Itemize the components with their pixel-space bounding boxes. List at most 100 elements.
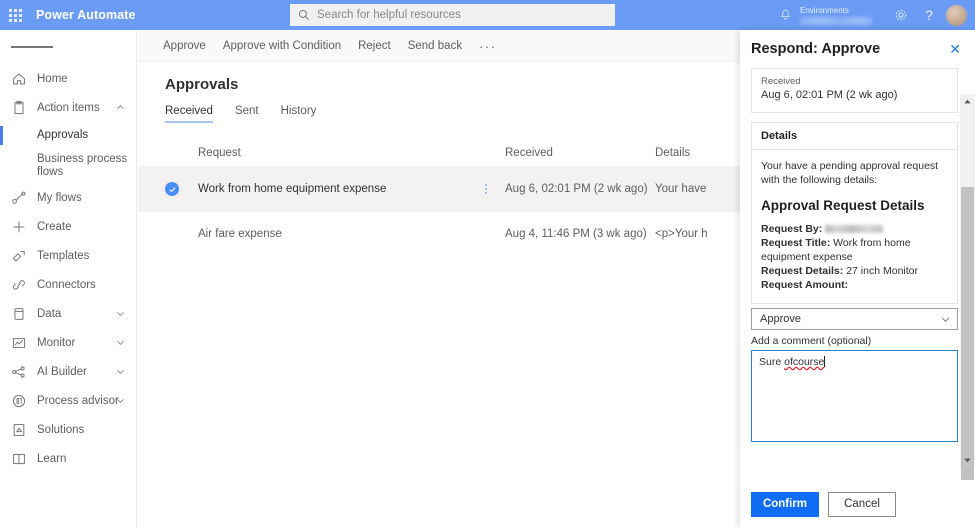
brand-title[interactable]: Power Automate (36, 8, 136, 22)
sidebar-item-my-flows[interactable]: My flows (0, 183, 136, 212)
tab-sent[interactable]: Sent (235, 105, 259, 123)
app-launcher-icon[interactable] (0, 0, 30, 30)
sidebar-item-label: My flows (37, 191, 82, 204)
field-label: Request By: (761, 223, 823, 235)
approval-request-details-heading: Approval Request Details (761, 198, 925, 213)
header-right-controls: Environments ? (772, 0, 975, 30)
details-card: Details Your have a pending approval req… (751, 122, 958, 304)
tab-history[interactable]: History (281, 105, 317, 123)
top-header-bar: Power Automate Environments (0, 0, 975, 30)
overflow-menu-icon[interactable]: ··· (479, 39, 497, 54)
response-select[interactable]: Approve (751, 308, 958, 330)
sidebar-item-label: Learn (37, 452, 67, 465)
sidebar-item-label: Monitor (37, 336, 76, 349)
chevron-up-icon[interactable] (116, 103, 125, 112)
sidebar-item-create[interactable]: Create (0, 212, 136, 241)
panel-body: Received Aug 6, 02:01 PM (2 wk ago) Deta… (740, 62, 975, 480)
sidebar-item-monitor[interactable]: Monitor (0, 328, 136, 357)
sidebar-item-learn[interactable]: Learn (0, 444, 136, 473)
process-advisor-icon (12, 394, 26, 407)
panel-scroll-content: Received Aug 6, 02:01 PM (2 wk ago) Deta… (740, 68, 975, 442)
received-label: Received (761, 76, 801, 87)
help-question-icon[interactable]: ? (916, 0, 942, 30)
details-card-header: Details (751, 122, 958, 149)
environment-name-redacted (800, 16, 872, 25)
sidebar-item-label: Business process flows (37, 153, 128, 178)
chevron-down-icon[interactable] (116, 396, 125, 405)
panel-footer: Confirm Cancel (740, 480, 975, 528)
approve-with-condition-button[interactable]: Approve with Condition (223, 40, 341, 52)
sidebar-item-ai-builder[interactable]: AI Builder (0, 357, 136, 386)
confirm-button[interactable]: Confirm (751, 491, 819, 517)
clipboard-icon (14, 100, 24, 114)
sidebar-item-business-process-flows[interactable]: Business process flows (0, 149, 136, 183)
field-label: Request Title: (761, 237, 831, 249)
field-request-title: Request Title: Work from home equipment … (761, 236, 948, 264)
chevron-down-icon[interactable] (941, 315, 950, 324)
row-request-title: Air fare expense (198, 228, 282, 240)
cancel-button[interactable]: Cancel (828, 491, 896, 517)
received-value: Aug 6, 02:01 PM (2 wk ago) (761, 89, 898, 101)
panel-scrollbar[interactable] (960, 94, 975, 480)
sidebar-item-label: Approvals (37, 129, 89, 141)
sidebar-item-label: Process advisor (37, 394, 119, 407)
sidebar-item-data[interactable]: Data (0, 299, 136, 328)
scroll-down-icon[interactable] (960, 453, 975, 468)
scrollbar-thumb[interactable] (961, 187, 974, 480)
monitor-icon (12, 337, 26, 348)
sidebar-item-process-advisor[interactable]: Process advisor (0, 386, 136, 415)
send-back-button[interactable]: Send back (408, 40, 462, 52)
user-avatar[interactable] (946, 4, 967, 26)
details-intro-text: Your have a pending approval request wit… (761, 160, 939, 186)
settings-gear-icon[interactable] (886, 0, 916, 30)
ai-builder-icon (12, 365, 25, 378)
reject-button[interactable]: Reject (358, 40, 391, 52)
environment-selector[interactable]: Environments (798, 0, 886, 30)
comment-misspelled-word: ofcourse (784, 356, 825, 368)
sidebar-item-label: Home (37, 72, 68, 85)
sidebar-item-templates[interactable]: Templates (0, 241, 136, 270)
panel-header: Respond: Approve ✕ (740, 30, 975, 62)
sidebar-item-action-items[interactable]: Action items (0, 93, 136, 122)
approve-button[interactable]: Approve (163, 40, 206, 52)
comment-textarea[interactable]: Sure ofcourse (751, 350, 958, 442)
notifications-bell-icon[interactable] (772, 0, 798, 30)
environments-label: Environments (800, 5, 849, 15)
field-label: Request Details: (761, 265, 844, 277)
row-received-date: Aug 6, 02:01 PM (2 wk ago) (505, 183, 648, 195)
sidebar-item-connectors[interactable]: Connectors (0, 270, 136, 299)
field-value: 27 inch Monitor (846, 265, 918, 277)
sidebar-item-home[interactable]: Home (0, 64, 136, 93)
connectors-icon (12, 279, 25, 290)
hamburger-menu-icon[interactable] (0, 30, 136, 64)
column-header-request[interactable]: Request (198, 147, 505, 159)
sidebar-item-label: AI Builder (37, 365, 87, 378)
flow-icon (12, 191, 26, 204)
solutions-icon (13, 423, 25, 436)
chevron-down-icon[interactable] (116, 309, 125, 318)
global-search[interactable] (290, 4, 615, 26)
sidebar-item-approvals[interactable]: Approvals (0, 122, 136, 149)
chevron-down-icon[interactable] (116, 338, 125, 347)
sidebar-item-label: Action items (37, 101, 100, 114)
plus-icon (13, 221, 25, 232)
chevron-down-icon[interactable] (116, 367, 125, 376)
details-card-content: Your have a pending approval request wit… (751, 149, 958, 304)
sidebar-item-label: Data (37, 307, 62, 320)
check-circle-icon[interactable] (165, 182, 179, 196)
sidebar-item-solutions[interactable]: Solutions (0, 415, 136, 444)
comment-text-part1: Sure (759, 356, 785, 368)
scroll-up-icon[interactable] (960, 94, 975, 109)
tab-received[interactable]: Received (165, 105, 213, 123)
text-cursor (824, 356, 826, 367)
row-request-title: Work from home equipment expense (198, 183, 387, 195)
row-received-date: Aug 4, 11:46 PM (3 wk ago) (505, 228, 647, 240)
close-icon[interactable]: ✕ (946, 40, 964, 58)
sidebar-item-label: Templates (37, 249, 90, 262)
column-header-received[interactable]: Received (505, 147, 655, 159)
search-input[interactable] (317, 9, 607, 21)
more-vertical-icon[interactable] (479, 184, 493, 194)
left-navigation: Home Action items Approvals Business pro… (0, 30, 137, 528)
row-select-cell[interactable] (165, 182, 198, 196)
field-request-amount: Request Amount: (761, 278, 948, 292)
